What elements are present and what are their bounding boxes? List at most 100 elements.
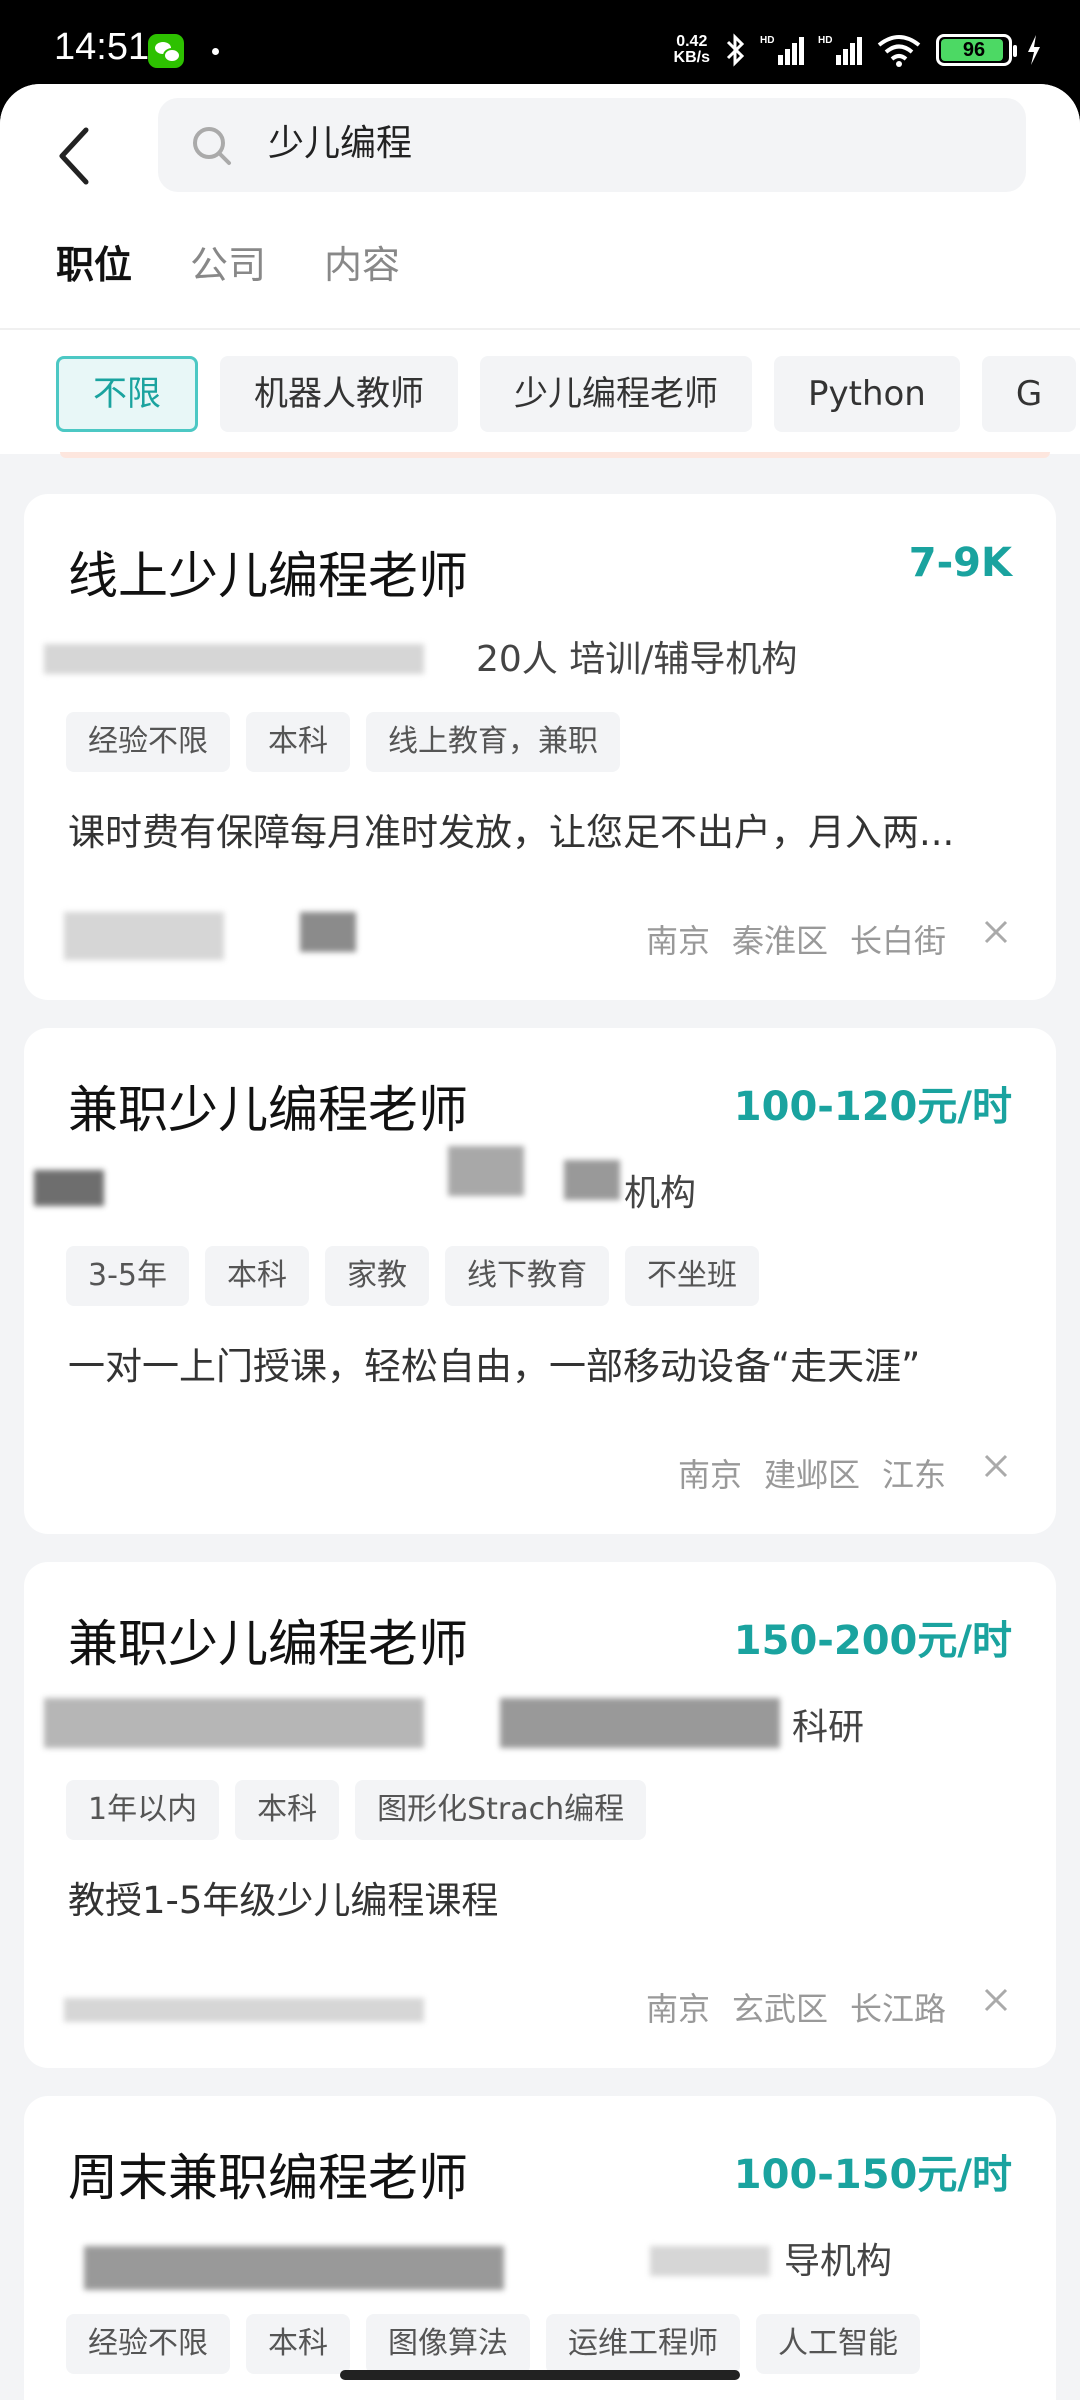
signal-icon: HD <box>760 35 804 65</box>
job-card[interactable]: 线上少儿编程老师 7-9K 20人 培训/辅导机构 经验不限 本科 线上教育，兼… <box>24 494 1056 1000</box>
tag: 运维工程师 <box>546 2314 740 2374</box>
job-card[interactable]: 兼职少儿编程老师 100-120元/时 机构 3-5年 本科 家教 线下教育 不… <box>24 1028 1056 1534</box>
tag: 人工智能 <box>756 2314 920 2374</box>
job-description: 教授1-5年级少儿编程课程 <box>68 1879 499 1922</box>
blurred-company-name <box>84 2246 504 2290</box>
svg-text:HD: HD <box>818 35 832 46</box>
job-location: 南京 建邺区 江东 <box>678 1450 946 1496</box>
blurred-recruiter <box>64 1998 424 2022</box>
wechat-icon <box>148 34 184 68</box>
dismiss-icon[interactable] <box>978 1448 1014 1484</box>
tag: 1年以内 <box>66 1780 220 1840</box>
svg-text:HD: HD <box>760 35 774 46</box>
company-info: 20人 培训/辅导机构 <box>476 639 798 680</box>
chip-unlimited[interactable]: 不限 <box>56 356 198 432</box>
chip-python[interactable]: Python <box>774 356 960 432</box>
job-card[interactable]: 兼职少儿编程老师 150-200元/时 科研 1年以内 本科 图形化Strach… <box>24 1562 1056 2068</box>
search-query[interactable]: 少儿编程 <box>268 120 412 168</box>
location-district: 秦淮区 <box>731 922 828 960</box>
tag: 经验不限 <box>66 2314 230 2374</box>
tag: 本科 <box>246 712 350 772</box>
job-card[interactable]: 周末兼职编程老师 100-150元/时 导机构 经验不限 本科 图像算法 运维工… <box>24 2096 1056 2400</box>
banner-edge <box>60 452 1050 458</box>
chip-g[interactable]: G <box>981 356 1077 432</box>
location-street: 长江路 <box>849 1990 946 2028</box>
blurred-company-name <box>44 1698 424 1748</box>
blurred-company-name <box>34 1170 104 1206</box>
job-title: 周末兼职编程老师 <box>68 2149 468 2207</box>
job-location: 南京 秦淮区 长白街 <box>646 916 946 962</box>
job-salary: 100-150元/时 <box>733 2152 1012 2198</box>
tag: 图形化Strach编程 <box>355 1780 647 1840</box>
wifi-icon <box>877 35 921 67</box>
status-bar: 14:51 0.42 KB/s HD HD 96 <box>0 0 1080 84</box>
blurred-recruiter-title <box>300 912 356 952</box>
tab-positions[interactable]: 职位 <box>56 234 132 289</box>
status-time: 14:51 <box>54 26 150 68</box>
tag: 家教 <box>325 1246 429 1306</box>
blurred-company-name <box>44 644 424 674</box>
bluetooth-icon <box>726 33 745 67</box>
battery-level: 96 <box>962 39 986 61</box>
company-info: 科研 <box>792 1707 865 1748</box>
tab-content[interactable]: 内容 <box>324 234 400 289</box>
speed-unit: KB/s <box>673 49 710 66</box>
tag: 3-5年 <box>66 1246 189 1306</box>
job-title: 兼职少儿编程老师 <box>68 1081 468 1139</box>
tag: 本科 <box>235 1780 340 1840</box>
company-info: 导机构 <box>784 2241 893 2282</box>
location-district: 建邺区 <box>763 1456 860 1494</box>
blurred-logo-2 <box>564 1160 620 1200</box>
filter-chips: 不限 机器人教师 少儿编程老师 Python G <box>56 356 1077 432</box>
job-salary: 7-9K <box>908 540 1012 586</box>
divider <box>0 328 1080 330</box>
job-title: 兼职少儿编程老师 <box>68 1615 468 1673</box>
app-screen: 少儿编程 职位 公司 内容 不限 机器人教师 少儿编程老师 Python G 线… <box>0 84 1080 2400</box>
job-tags: 3-5年 本科 家教 线下教育 不坐班 <box>66 1246 759 1306</box>
tag: 线下教育 <box>445 1246 609 1306</box>
search-box[interactable]: 少儿编程 <box>158 98 1026 192</box>
location-street: 长白街 <box>849 922 946 960</box>
blurred-company-name-2 <box>650 2246 770 2276</box>
network-speed: 0.42 KB/s <box>674 34 710 66</box>
tag: 图像算法 <box>366 2314 530 2374</box>
location-district: 玄武区 <box>731 1990 828 2028</box>
job-salary: 150-200元/时 <box>733 1618 1012 1664</box>
location-street: 江东 <box>881 1456 946 1494</box>
tag: 经验不限 <box>66 712 230 772</box>
company-info: 机构 <box>624 1173 697 1214</box>
tag: 线上教育，兼职 <box>366 712 620 772</box>
search-header: 少儿编程 职位 公司 内容 不限 机器人教师 少儿编程老师 Python G <box>0 84 1080 454</box>
dismiss-icon[interactable] <box>978 914 1014 950</box>
back-arrow-icon[interactable] <box>54 114 110 200</box>
signal-icon-2: HD <box>818 35 862 65</box>
result-tabs: 职位 公司 内容 <box>56 234 400 289</box>
blurred-company-name-2 <box>500 1698 780 1748</box>
tag: 不坐班 <box>625 1246 759 1306</box>
job-description: 课时费有保障每月准时发放，让您足不出户，月入两... <box>68 811 955 854</box>
job-tags: 经验不限 本科 图像算法 运维工程师 人工智能 <box>66 2314 920 2374</box>
job-tags: 1年以内 本科 图形化Strach编程 <box>66 1780 647 1840</box>
job-location: 南京 玄武区 长江路 <box>646 1984 946 2030</box>
tag: 本科 <box>205 1246 309 1306</box>
location-city: 南京 <box>677 1456 742 1494</box>
notification-dot-icon <box>212 48 219 55</box>
blurred-recruiter <box>64 912 224 960</box>
tab-companies[interactable]: 公司 <box>190 234 266 289</box>
speed-value: 0.42 <box>676 33 708 50</box>
battery-icon: 96 <box>936 34 1017 66</box>
location-city: 南京 <box>645 1990 710 2028</box>
job-tags: 经验不限 本科 线上教育，兼职 <box>66 712 620 772</box>
job-salary: 100-120元/时 <box>733 1084 1012 1130</box>
tag: 本科 <box>246 2314 350 2374</box>
blurred-logo <box>448 1146 524 1196</box>
chip-robot-teacher[interactable]: 机器人教师 <box>220 356 458 432</box>
job-description: 一对一上门授课，轻松自由，一部移动设备“走天涯” <box>68 1345 921 1388</box>
charging-icon <box>1028 35 1040 65</box>
chip-kids-coding-teacher[interactable]: 少儿编程老师 <box>480 356 752 432</box>
location-city: 南京 <box>645 922 710 960</box>
search-icon <box>193 127 231 165</box>
dismiss-icon[interactable] <box>978 1982 1014 2018</box>
home-indicator[interactable] <box>340 2370 740 2380</box>
job-title: 线上少儿编程老师 <box>68 547 468 605</box>
